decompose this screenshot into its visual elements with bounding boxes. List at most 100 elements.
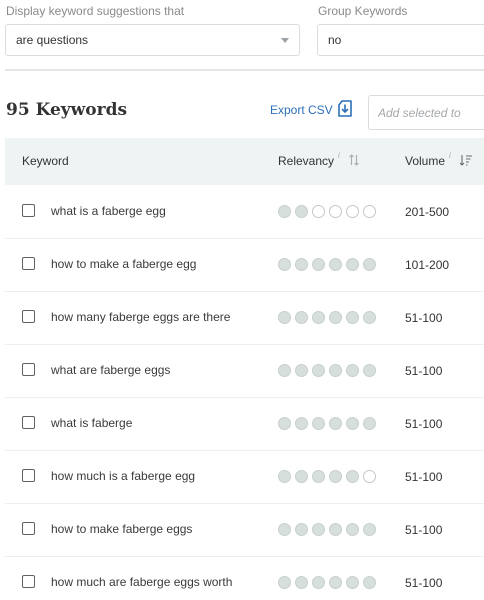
relevancy-rating	[278, 417, 380, 430]
relevancy-dot-filled	[312, 470, 325, 483]
relevancy-dot-empty	[312, 205, 325, 218]
keyword-cell: how much is a faberge egg	[51, 469, 196, 483]
table-row: how many faberge eggs are there 51-100	[5, 292, 484, 345]
relevancy-dot-filled	[329, 311, 342, 324]
relevancy-dot-filled	[329, 417, 342, 430]
table-row: how much are faberge eggs worth 51-100	[5, 557, 484, 600]
row-checkbox[interactable]	[22, 522, 35, 535]
column-header-volume[interactable]: Volume i	[405, 151, 473, 168]
sort-descending-icon[interactable]	[459, 154, 473, 166]
row-checkbox[interactable]	[22, 575, 35, 588]
relevancy-dot-filled	[346, 523, 359, 536]
relevancy-dot-filled	[346, 364, 359, 377]
relevancy-dot-filled	[312, 364, 325, 377]
table-row: what are faberge eggs 51-100	[5, 345, 484, 398]
relevancy-dot-filled	[295, 364, 308, 377]
relevancy-dot-filled	[312, 523, 325, 536]
row-checkbox[interactable]	[22, 257, 35, 270]
keyword-cell: how to make faberge eggs	[51, 522, 193, 536]
row-checkbox[interactable]	[22, 363, 35, 376]
add-selected-to-input[interactable]	[368, 95, 484, 130]
relevancy-dot-filled	[278, 311, 291, 324]
volume-cell: 51-100	[405, 311, 443, 325]
volume-header-label: Volume	[405, 154, 446, 168]
keyword-cell: how many faberge eggs are there	[51, 310, 231, 324]
relevancy-dot-empty	[329, 205, 342, 218]
relevancy-rating	[278, 523, 380, 536]
keyword-cell: how to make a faberge egg	[51, 257, 197, 271]
relevancy-dot-filled	[346, 417, 359, 430]
relevancy-dot-filled	[278, 417, 291, 430]
relevancy-dot-filled	[346, 311, 359, 324]
relevancy-rating	[278, 470, 380, 483]
volume-cell: 51-100	[405, 576, 443, 590]
suggestions-filter-value: are questions	[16, 33, 89, 47]
relevancy-dot-filled	[278, 576, 291, 589]
relevancy-rating	[278, 258, 380, 271]
relevancy-dot-filled	[278, 523, 291, 536]
relevancy-dot-filled	[346, 470, 359, 483]
relevancy-rating	[278, 364, 380, 377]
relevancy-dot-filled	[312, 311, 325, 324]
suggestions-filter-select[interactable]: are questions	[5, 24, 300, 56]
table-row: what is faberge 51-100	[5, 398, 484, 451]
relevancy-dot-filled	[278, 258, 291, 271]
info-icon[interactable]: i	[449, 151, 451, 160]
row-checkbox[interactable]	[22, 469, 35, 482]
volume-cell: 101-200	[405, 258, 450, 272]
relevancy-dot-filled	[295, 258, 308, 271]
relevancy-dot-filled	[312, 576, 325, 589]
relevancy-dot-filled	[363, 311, 376, 324]
download-icon	[337, 100, 352, 117]
relevancy-dot-filled	[329, 364, 342, 377]
group-keywords-label: Group Keywords	[318, 4, 408, 18]
volume-cell: 51-100	[405, 417, 443, 431]
relevancy-dot-filled	[363, 417, 376, 430]
keyword-cell: what is a faberge egg	[51, 204, 166, 218]
group-keywords-value: no	[328, 33, 342, 47]
relevancy-dot-empty	[346, 205, 359, 218]
volume-cell: 201-500	[405, 205, 450, 219]
row-checkbox[interactable]	[22, 310, 35, 323]
relevancy-dot-filled	[295, 417, 308, 430]
relevancy-dot-filled	[363, 364, 376, 377]
table-row: how to make faberge eggs 51-100	[5, 504, 484, 557]
relevancy-dot-filled	[329, 523, 342, 536]
export-csv-button[interactable]: Export CSV	[270, 100, 354, 120]
relevancy-dot-filled	[329, 258, 342, 271]
relevancy-dot-filled	[363, 576, 376, 589]
column-header-keyword: Keyword	[22, 154, 69, 168]
relevancy-dot-filled	[363, 523, 376, 536]
relevancy-dot-filled	[346, 258, 359, 271]
relevancy-rating	[278, 205, 380, 218]
info-icon[interactable]: i	[338, 151, 340, 160]
export-csv-label: Export CSV	[270, 103, 333, 117]
relevancy-rating	[278, 576, 380, 589]
relevancy-dot-filled	[295, 576, 308, 589]
relevancy-dot-filled	[295, 523, 308, 536]
relevancy-dot-filled	[312, 417, 325, 430]
column-header-relevancy[interactable]: Relevancy i	[278, 151, 360, 168]
relevancy-dot-filled	[329, 576, 342, 589]
table-header: Keyword Relevancy i Volume i	[5, 138, 484, 185]
table-row: how much is a faberge egg 51-100	[5, 451, 484, 504]
relevancy-dot-filled	[346, 576, 359, 589]
sort-icon[interactable]	[348, 154, 360, 166]
filter-bar: Display keyword suggestions that are que…	[0, 0, 484, 71]
keyword-cell: what are faberge eggs	[51, 363, 171, 377]
relevancy-dot-filled	[295, 311, 308, 324]
table-row: how to make a faberge egg 101-200	[5, 239, 484, 292]
volume-cell: 51-100	[405, 523, 443, 537]
row-checkbox[interactable]	[22, 204, 35, 217]
row-checkbox[interactable]	[22, 416, 35, 429]
relevancy-dot-filled	[363, 258, 376, 271]
keyword-cell: what is faberge	[51, 416, 133, 430]
divider	[5, 69, 484, 71]
relevancy-dot-empty	[363, 470, 376, 483]
relevancy-rating	[278, 311, 380, 324]
relevancy-header-label: Relevancy	[278, 154, 335, 168]
keyword-cell: how much are faberge eggs worth	[51, 575, 233, 589]
group-keywords-select[interactable]: no	[317, 24, 484, 56]
table-row: what is a faberge egg 201-500	[5, 186, 484, 239]
relevancy-dot-filled	[278, 205, 291, 218]
